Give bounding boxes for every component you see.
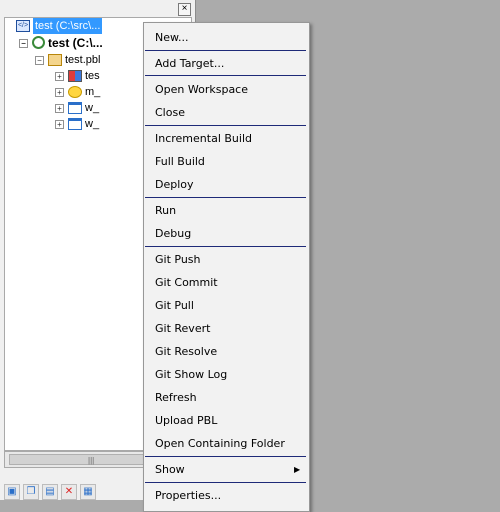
expand-icon[interactable]: + [55, 72, 64, 81]
paste-icon[interactable]: ▤ [42, 484, 58, 500]
library-icon [48, 54, 62, 66]
expand-icon[interactable]: + [55, 120, 64, 129]
menu-item-full-build[interactable]: Full Build [144, 150, 309, 173]
menu-item-incremental-build[interactable]: Incremental Build [144, 127, 309, 150]
copy-icon[interactable]: ❐ [23, 484, 39, 500]
menu-item-git-revert[interactable]: Git Revert [144, 317, 309, 340]
menu-item-run[interactable]: Run [144, 199, 309, 222]
menu-object-icon [68, 86, 82, 98]
menu-item-git-pull[interactable]: Git Pull [144, 294, 309, 317]
menu-item-properties[interactable]: Properties... [144, 484, 309, 507]
menu-item-show[interactable]: Show ▶ [144, 458, 309, 481]
scrollbar-grip-icon: ||| [88, 456, 95, 465]
menu-item-close[interactable]: Close [144, 101, 309, 124]
menu-item-refresh[interactable]: Refresh [144, 386, 309, 409]
context-menu: New... Add Target... Open Workspace Clos… [143, 22, 310, 512]
menu-item-git-show-log[interactable]: Git Show Log [144, 363, 309, 386]
tree-item-target[interactable]: − test (C:\... [19, 35, 103, 51]
tree-item-application[interactable]: + tes [55, 68, 100, 84]
tree-item-label: test (C:\... [48, 36, 103, 50]
new-object-icon[interactable]: ▣ [4, 484, 20, 500]
tree-item-label: test (C:\src\... [33, 18, 103, 34]
tree-item-label: test.pbl [65, 54, 101, 66]
menu-separator [145, 197, 306, 198]
menu-item-git-resolve[interactable]: Git Resolve [144, 340, 309, 363]
menu-separator [145, 456, 306, 457]
expand-icon[interactable]: + [55, 88, 64, 97]
menu-separator [145, 246, 306, 247]
menu-separator [145, 482, 306, 483]
expand-icon[interactable]: + [55, 104, 64, 113]
application-icon [68, 70, 82, 82]
workspace-icon: </> [16, 20, 30, 32]
target-icon [32, 36, 45, 49]
tree-item-label: m_ [85, 86, 101, 98]
submenu-arrow-icon: ▶ [294, 465, 301, 474]
menu-item-add-target[interactable]: Add Target... [144, 52, 309, 75]
menu-item-new[interactable]: New... [144, 26, 309, 49]
menu-item-open-containing-folder[interactable]: Open Containing Folder [144, 432, 309, 455]
close-icon[interactable]: × [178, 3, 191, 16]
menu-separator [145, 125, 306, 126]
window-object-icon [68, 118, 82, 130]
properties-icon[interactable]: ▦ [80, 484, 96, 500]
menu-separator [145, 75, 306, 76]
tree-item-menu[interactable]: + m_ [55, 84, 100, 100]
tree-item-label: w_ [85, 118, 100, 130]
tree-item-label: tes [85, 70, 100, 82]
tree-item-library[interactable]: − test.pbl [35, 52, 100, 68]
menu-item-git-commit[interactable]: Git Commit [144, 271, 309, 294]
collapse-icon[interactable]: − [19, 39, 28, 48]
tree-item-window[interactable]: + w_ [55, 100, 99, 116]
tree-item-window[interactable]: + w_ [55, 116, 99, 132]
window-object-icon [68, 102, 82, 114]
tree-item-workspace[interactable]: </> test (C:\src\... [6, 18, 103, 34]
menu-item-upload-pbl[interactable]: Upload PBL [144, 409, 309, 432]
menu-item-git-push[interactable]: Git Push [144, 248, 309, 271]
menu-item-open-workspace[interactable]: Open Workspace [144, 78, 309, 101]
delete-icon[interactable]: ✕ [61, 484, 77, 500]
tree-item-label: w_ [85, 102, 100, 114]
menu-separator [145, 50, 306, 51]
collapse-icon[interactable]: − [35, 56, 44, 65]
menu-item-deploy[interactable]: Deploy [144, 173, 309, 196]
menu-item-debug[interactable]: Debug [144, 222, 309, 245]
